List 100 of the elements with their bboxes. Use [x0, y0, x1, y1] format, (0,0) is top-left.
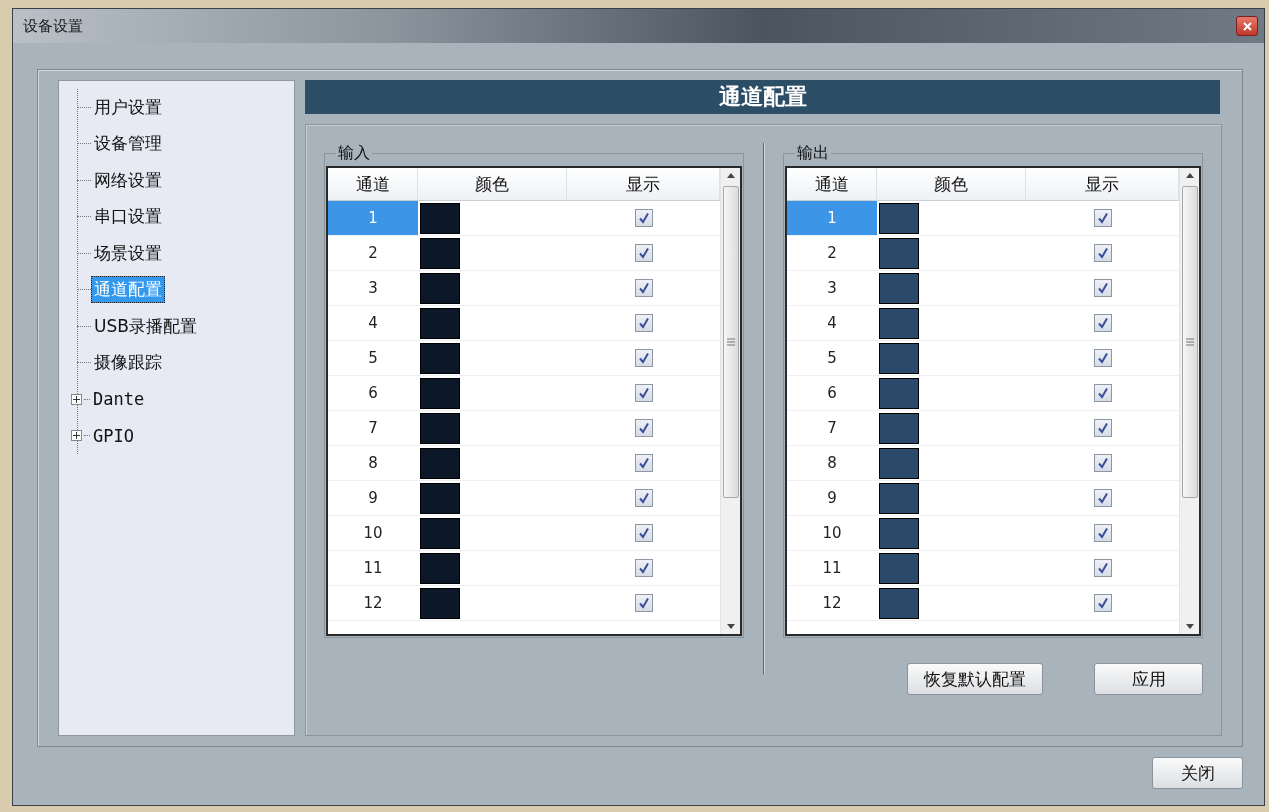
color-swatch[interactable]: [420, 552, 460, 584]
checkbox[interactable]: [1093, 524, 1112, 542]
color-swatch[interactable]: [420, 342, 460, 374]
checkbox[interactable]: [634, 244, 653, 262]
checkbox[interactable]: [1093, 209, 1112, 227]
plus-icon: [73, 395, 80, 403]
color-swatch[interactable]: [879, 412, 919, 444]
checkbox[interactable]: [634, 279, 653, 297]
scrollbar[interactable]: [720, 168, 740, 634]
tree-item[interactable]: 网络设置: [91, 166, 165, 194]
color-swatch[interactable]: [879, 202, 919, 234]
color-swatch[interactable]: [420, 307, 460, 339]
checkbox[interactable]: [1093, 244, 1112, 262]
checkmark-icon: [1096, 212, 1109, 224]
color-swatch[interactable]: [420, 237, 460, 269]
action-button[interactable]: 恢复默认配置: [907, 663, 1043, 695]
checkmark-icon: [637, 422, 650, 434]
tree-item[interactable]: 场景设置: [91, 239, 165, 267]
close-button[interactable]: 关闭: [1152, 757, 1243, 789]
checkmark-icon: [1096, 352, 1109, 364]
checkmark-icon: [637, 457, 650, 469]
plus-icon: [73, 432, 80, 440]
checkmark-icon: [637, 387, 650, 399]
color-swatch[interactable]: [420, 272, 460, 304]
checkmark-icon: [1096, 492, 1109, 504]
checkbox[interactable]: [1093, 384, 1112, 402]
column-header[interactable]: 颜色: [418, 168, 567, 200]
checkbox[interactable]: [1093, 314, 1112, 332]
column-header[interactable]: 通道: [328, 168, 418, 200]
color-swatch[interactable]: [420, 587, 460, 619]
color-swatch[interactable]: [879, 517, 919, 549]
color-swatch[interactable]: [879, 587, 919, 619]
tree-item[interactable]: 串口设置: [91, 203, 165, 231]
column-header[interactable]: 通道: [787, 168, 877, 200]
checkmark-icon: [637, 527, 650, 539]
checkmark-icon: [637, 492, 650, 504]
expand-icon[interactable]: [71, 430, 82, 442]
color-swatch[interactable]: [879, 447, 919, 479]
color-swatch[interactable]: [420, 412, 460, 444]
section-header: 通道配置: [305, 80, 1220, 114]
tree-item[interactable]: Dante: [90, 387, 148, 412]
checkmark-icon: [1096, 317, 1109, 329]
checkmark-icon: [637, 282, 650, 294]
tree-item[interactable]: USB录播配置: [91, 312, 200, 340]
scroll-thumb[interactable]: [1181, 186, 1198, 498]
checkmark-icon: [1096, 247, 1109, 259]
checkbox[interactable]: [1093, 454, 1112, 472]
checkbox[interactable]: [1093, 594, 1112, 612]
checkmark-icon: [637, 247, 650, 259]
checkbox[interactable]: [1093, 489, 1112, 507]
checkmark-icon: [637, 212, 650, 224]
window-title: 设备设置: [23, 16, 83, 36]
checkbox[interactable]: [634, 559, 653, 577]
checkmark-icon: [637, 562, 650, 574]
tree-item[interactable]: 摄像跟踪: [91, 349, 165, 377]
checkbox[interactable]: [634, 384, 653, 402]
checkbox[interactable]: [1093, 279, 1112, 297]
checkbox[interactable]: [634, 209, 653, 227]
scrollbar[interactable]: [1179, 168, 1199, 634]
column-header[interactable]: 颜色: [877, 168, 1026, 200]
checkbox[interactable]: [634, 524, 653, 542]
checkbox[interactable]: [634, 489, 653, 507]
color-swatch[interactable]: [879, 272, 919, 304]
grip-icon: [1185, 338, 1194, 346]
color-swatch[interactable]: [879, 342, 919, 374]
checkbox[interactable]: [1093, 419, 1112, 437]
checkbox[interactable]: [634, 349, 653, 367]
checkbox[interactable]: [634, 314, 653, 332]
color-swatch[interactable]: [420, 517, 460, 549]
color-swatch[interactable]: [879, 377, 919, 409]
checkmark-icon: [1096, 562, 1109, 574]
tree-item[interactable]: GPIO: [90, 423, 137, 448]
checkmark-icon: [637, 352, 650, 364]
checkbox[interactable]: [1093, 349, 1112, 367]
color-swatch[interactable]: [879, 552, 919, 584]
checkbox[interactable]: [634, 594, 653, 612]
checkbox[interactable]: [1093, 559, 1112, 577]
checkmark-icon: [1096, 422, 1109, 434]
checkmark-icon: [1096, 597, 1109, 609]
tree-item[interactable]: 设备管理: [91, 130, 165, 158]
color-swatch[interactable]: [879, 482, 919, 514]
checkbox[interactable]: [634, 419, 653, 437]
color-swatch[interactable]: [420, 202, 460, 234]
checkmark-icon: [637, 317, 650, 329]
checkmark-icon: [1096, 282, 1109, 294]
checkmark-icon: [637, 597, 650, 609]
close-icon[interactable]: [1236, 16, 1258, 36]
color-swatch[interactable]: [420, 447, 460, 479]
action-button[interactable]: 应用: [1094, 663, 1203, 695]
color-swatch[interactable]: [420, 377, 460, 409]
checkmark-icon: [1096, 527, 1109, 539]
checkbox[interactable]: [634, 454, 653, 472]
color-swatch[interactable]: [420, 482, 460, 514]
tree-item[interactable]: 用户设置: [91, 93, 165, 121]
color-swatch[interactable]: [879, 307, 919, 339]
scroll-thumb[interactable]: [722, 186, 739, 498]
expand-icon[interactable]: [71, 393, 82, 405]
checkmark-icon: [1096, 387, 1109, 399]
color-swatch[interactable]: [879, 237, 919, 269]
grip-icon: [726, 338, 735, 346]
